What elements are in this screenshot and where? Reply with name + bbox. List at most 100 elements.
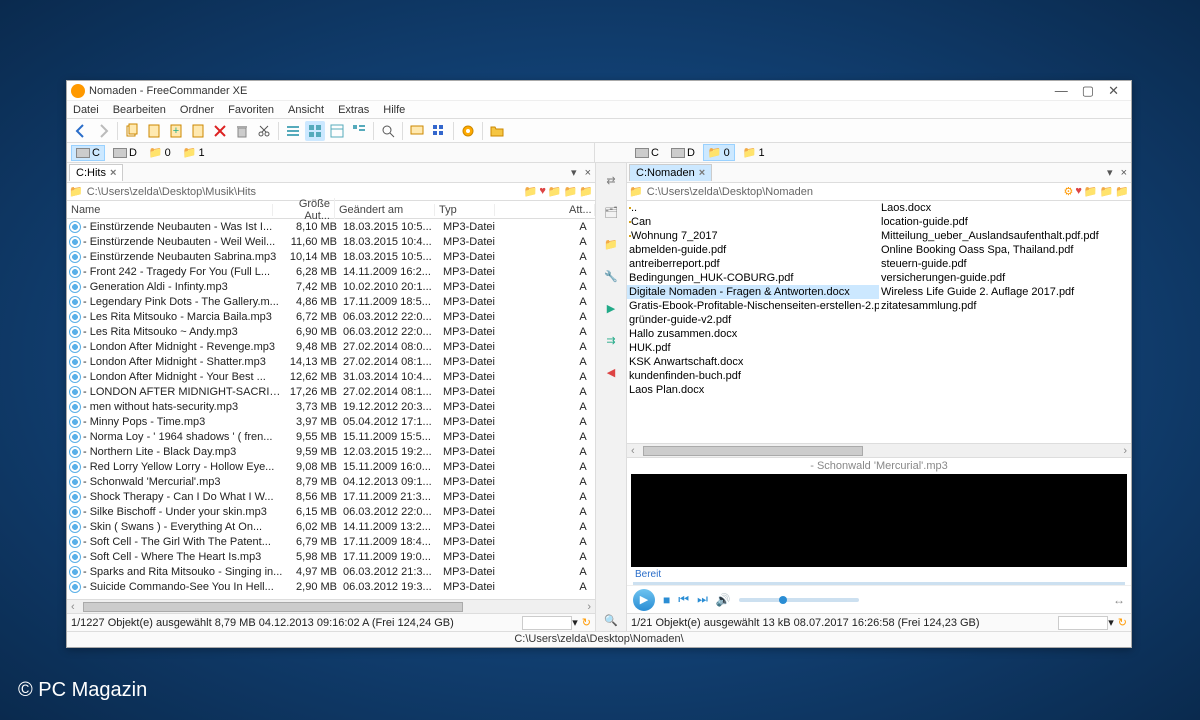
file-row[interactable]: - men without hats-security.mp33,73 MB 1…: [67, 399, 595, 414]
file-row[interactable]: Gratis-Ebook-Profitable-Nischenseiten-er…: [627, 299, 879, 313]
expand-icon[interactable]: 📁: [600, 233, 622, 255]
h-scrollbar-right[interactable]: ‹›: [627, 443, 1131, 457]
history-icon[interactable]: 📁: [548, 185, 562, 198]
goto-icon[interactable]: 📁: [1115, 185, 1129, 198]
left-file-list[interactable]: - Einstürzende Neubauten - Was Ist I...8…: [67, 219, 595, 599]
file-row[interactable]: - Einstürzende Neubauten - Was Ist I...8…: [67, 219, 595, 234]
view-grid-icon[interactable]: [305, 121, 325, 141]
stop-button[interactable]: ■: [663, 593, 670, 607]
col-type[interactable]: Typ: [435, 204, 495, 216]
file-row[interactable]: zitatesammlung.pdf: [879, 299, 1131, 313]
file-row[interactable]: kundenfinden-buch.pdf: [627, 369, 879, 383]
file-row[interactable]: - Les Rita Mitsouko ~ Andy.mp36,90 MB 06…: [67, 324, 595, 339]
view-list-icon[interactable]: [283, 121, 303, 141]
file-row[interactable]: - Les Rita Mitsouko - Marcia Baila.mp36,…: [67, 309, 595, 324]
left-path[interactable]: C:\Users\zelda\Desktop\Musik\Hits: [87, 186, 524, 198]
play-button[interactable]: ▶: [633, 589, 655, 611]
drive-d[interactable]: D: [109, 146, 141, 160]
file-row[interactable]: - Einstürzende Neubauten - Weil Weil...1…: [67, 234, 595, 249]
file-row[interactable]: abmelden-guide.pdf: [627, 243, 879, 257]
file-row[interactable]: - Front 242 - Tragedy For You (Full L...…: [67, 264, 595, 279]
file-row[interactable]: - Soft Cell - The Girl With The Patent..…: [67, 534, 595, 549]
drive-1[interactable]: 📁1: [179, 145, 209, 160]
file-row[interactable]: - Northern Lite - Black Day.mp39,59 MB 1…: [67, 444, 595, 459]
file-row[interactable]: - Norma Loy - ' 1964 shadows ' ( fren...…: [67, 429, 595, 444]
drive-0[interactable]: 📁0: [145, 145, 175, 160]
newfile-icon[interactable]: +: [166, 121, 186, 141]
tab-close-icon[interactable]: ×: [1117, 167, 1131, 179]
search-icon[interactable]: [378, 121, 398, 141]
right-path[interactable]: C:\Users\zelda\Desktop\Nomaden: [647, 186, 1064, 198]
move-right-icon[interactable]: ⇉: [600, 329, 622, 351]
filter-input[interactable]: [522, 616, 572, 630]
menu-ordner[interactable]: Ordner: [180, 104, 214, 116]
fav-icon[interactable]: ⚙: [1063, 185, 1073, 198]
file-row[interactable]: - London After Midnight - Revenge.mp39,4…: [67, 339, 595, 354]
col-name[interactable]: Name: [67, 204, 273, 216]
file-row[interactable]: - Soft Cell - Where The Heart Is.mp35,98…: [67, 549, 595, 564]
file-row[interactable]: - Red Lorry Yellow Lorry - Hollow Eye...…: [67, 459, 595, 474]
tools-icon[interactable]: 🔧: [600, 265, 622, 287]
file-row[interactable]: Wireless Life Guide 2. Auflage 2017.pdf: [879, 285, 1131, 299]
drive-d-r[interactable]: D: [667, 146, 699, 160]
file-row[interactable]: - Shock Therapy - Can I Do What I W...8,…: [67, 489, 595, 504]
right-tab[interactable]: C:Nomaden×: [629, 164, 712, 181]
clipboard-icon[interactable]: [188, 121, 208, 141]
col-attr[interactable]: Att...: [565, 204, 595, 216]
scissors-icon[interactable]: [254, 121, 274, 141]
minimize-button[interactable]: —: [1055, 83, 1068, 99]
sync-icon[interactable]: ⇄: [600, 169, 622, 191]
up-icon[interactable]: 📁: [1100, 185, 1114, 198]
tab-dropdown[interactable]: ▾: [567, 166, 581, 179]
file-row[interactable]: steuern-guide.pdf: [879, 257, 1131, 271]
copy-icon[interactable]: [122, 121, 142, 141]
menu-hilfe[interactable]: Hilfe: [383, 104, 405, 116]
file-row[interactable]: - London After Midnight - Shatter.mp314,…: [67, 354, 595, 369]
file-row[interactable]: Wohnung 7_2017: [627, 229, 879, 243]
file-row[interactable]: gründer-guide-v2.pdf: [627, 313, 879, 327]
file-row[interactable]: - Einstürzende Neubauten Sabrina.mp310,1…: [67, 249, 595, 264]
filter-dropdown[interactable]: ▾: [1108, 616, 1114, 629]
file-row[interactable]: Digitale Nomaden - Fragen & Antworten.do…: [627, 285, 879, 299]
copy-left-icon[interactable]: ◀: [600, 361, 622, 383]
view-tree-icon[interactable]: [349, 121, 369, 141]
heart-icon[interactable]: ♥: [1075, 185, 1082, 198]
refresh-icon[interactable]: ↻: [582, 616, 591, 629]
file-row[interactable]: HUK.pdf: [627, 341, 879, 355]
h-scrollbar[interactable]: ‹›: [67, 599, 595, 613]
view-detail-icon[interactable]: [327, 121, 347, 141]
file-row[interactable]: Online Booking Oass Spa, Thailand.pdf: [879, 243, 1131, 257]
close-tab-icon[interactable]: ×: [699, 167, 705, 179]
tile-icon[interactable]: [429, 121, 449, 141]
file-row[interactable]: - Sparks and Rita Mitsouko - Singing in.…: [67, 564, 595, 579]
compare-icon[interactable]: 🗂: [600, 201, 622, 223]
maximize-button[interactable]: ▢: [1082, 83, 1094, 99]
goto-icon[interactable]: 📁: [579, 185, 593, 198]
up-icon[interactable]: 📁: [564, 185, 578, 198]
next-button[interactable]: ⏭: [697, 592, 708, 607]
close-tab-icon[interactable]: ×: [110, 167, 116, 179]
volume-slider[interactable]: [739, 598, 859, 602]
prev-button[interactable]: ⏮: [678, 592, 689, 607]
file-row[interactable]: - Schonwald 'Mercurial'.mp38,79 MB 04.12…: [67, 474, 595, 489]
filter-dropdown[interactable]: ▾: [572, 616, 578, 629]
file-row[interactable]: - Suicide Commando-See You In Hell...2,9…: [67, 579, 595, 594]
file-row[interactable]: antreiberreport.pdf: [627, 257, 879, 271]
file-row[interactable]: Can: [627, 215, 879, 229]
file-row[interactable]: versicherungen-guide.pdf: [879, 271, 1131, 285]
file-row[interactable]: - LONDON AFTER MIDNIGHT-SACRIFI...17,26 …: [67, 384, 595, 399]
col-size[interactable]: Größe Aut...: [273, 198, 335, 222]
file-row[interactable]: Mitteilung_ueber_Auslandsaufenthalt.pdf.…: [879, 229, 1131, 243]
menu-favoriten[interactable]: Favoriten: [228, 104, 274, 116]
paint-icon[interactable]: [407, 121, 427, 141]
file-row[interactable]: - Skin ( Swans ) - Everything At On...6,…: [67, 519, 595, 534]
file-row[interactable]: - Legendary Pink Dots - The Gallery.m...…: [67, 294, 595, 309]
copy-right-icon[interactable]: ▶: [600, 297, 622, 319]
tab-close-icon[interactable]: ×: [581, 167, 595, 179]
refresh-icon[interactable]: ↻: [1118, 616, 1127, 629]
drive-1-r[interactable]: 📁1: [739, 145, 769, 160]
file-row[interactable]: Hallo zusammen.docx: [627, 327, 879, 341]
back-button[interactable]: [71, 121, 91, 141]
drive-c[interactable]: C: [71, 145, 105, 161]
heart-icon[interactable]: ♥: [539, 185, 546, 198]
